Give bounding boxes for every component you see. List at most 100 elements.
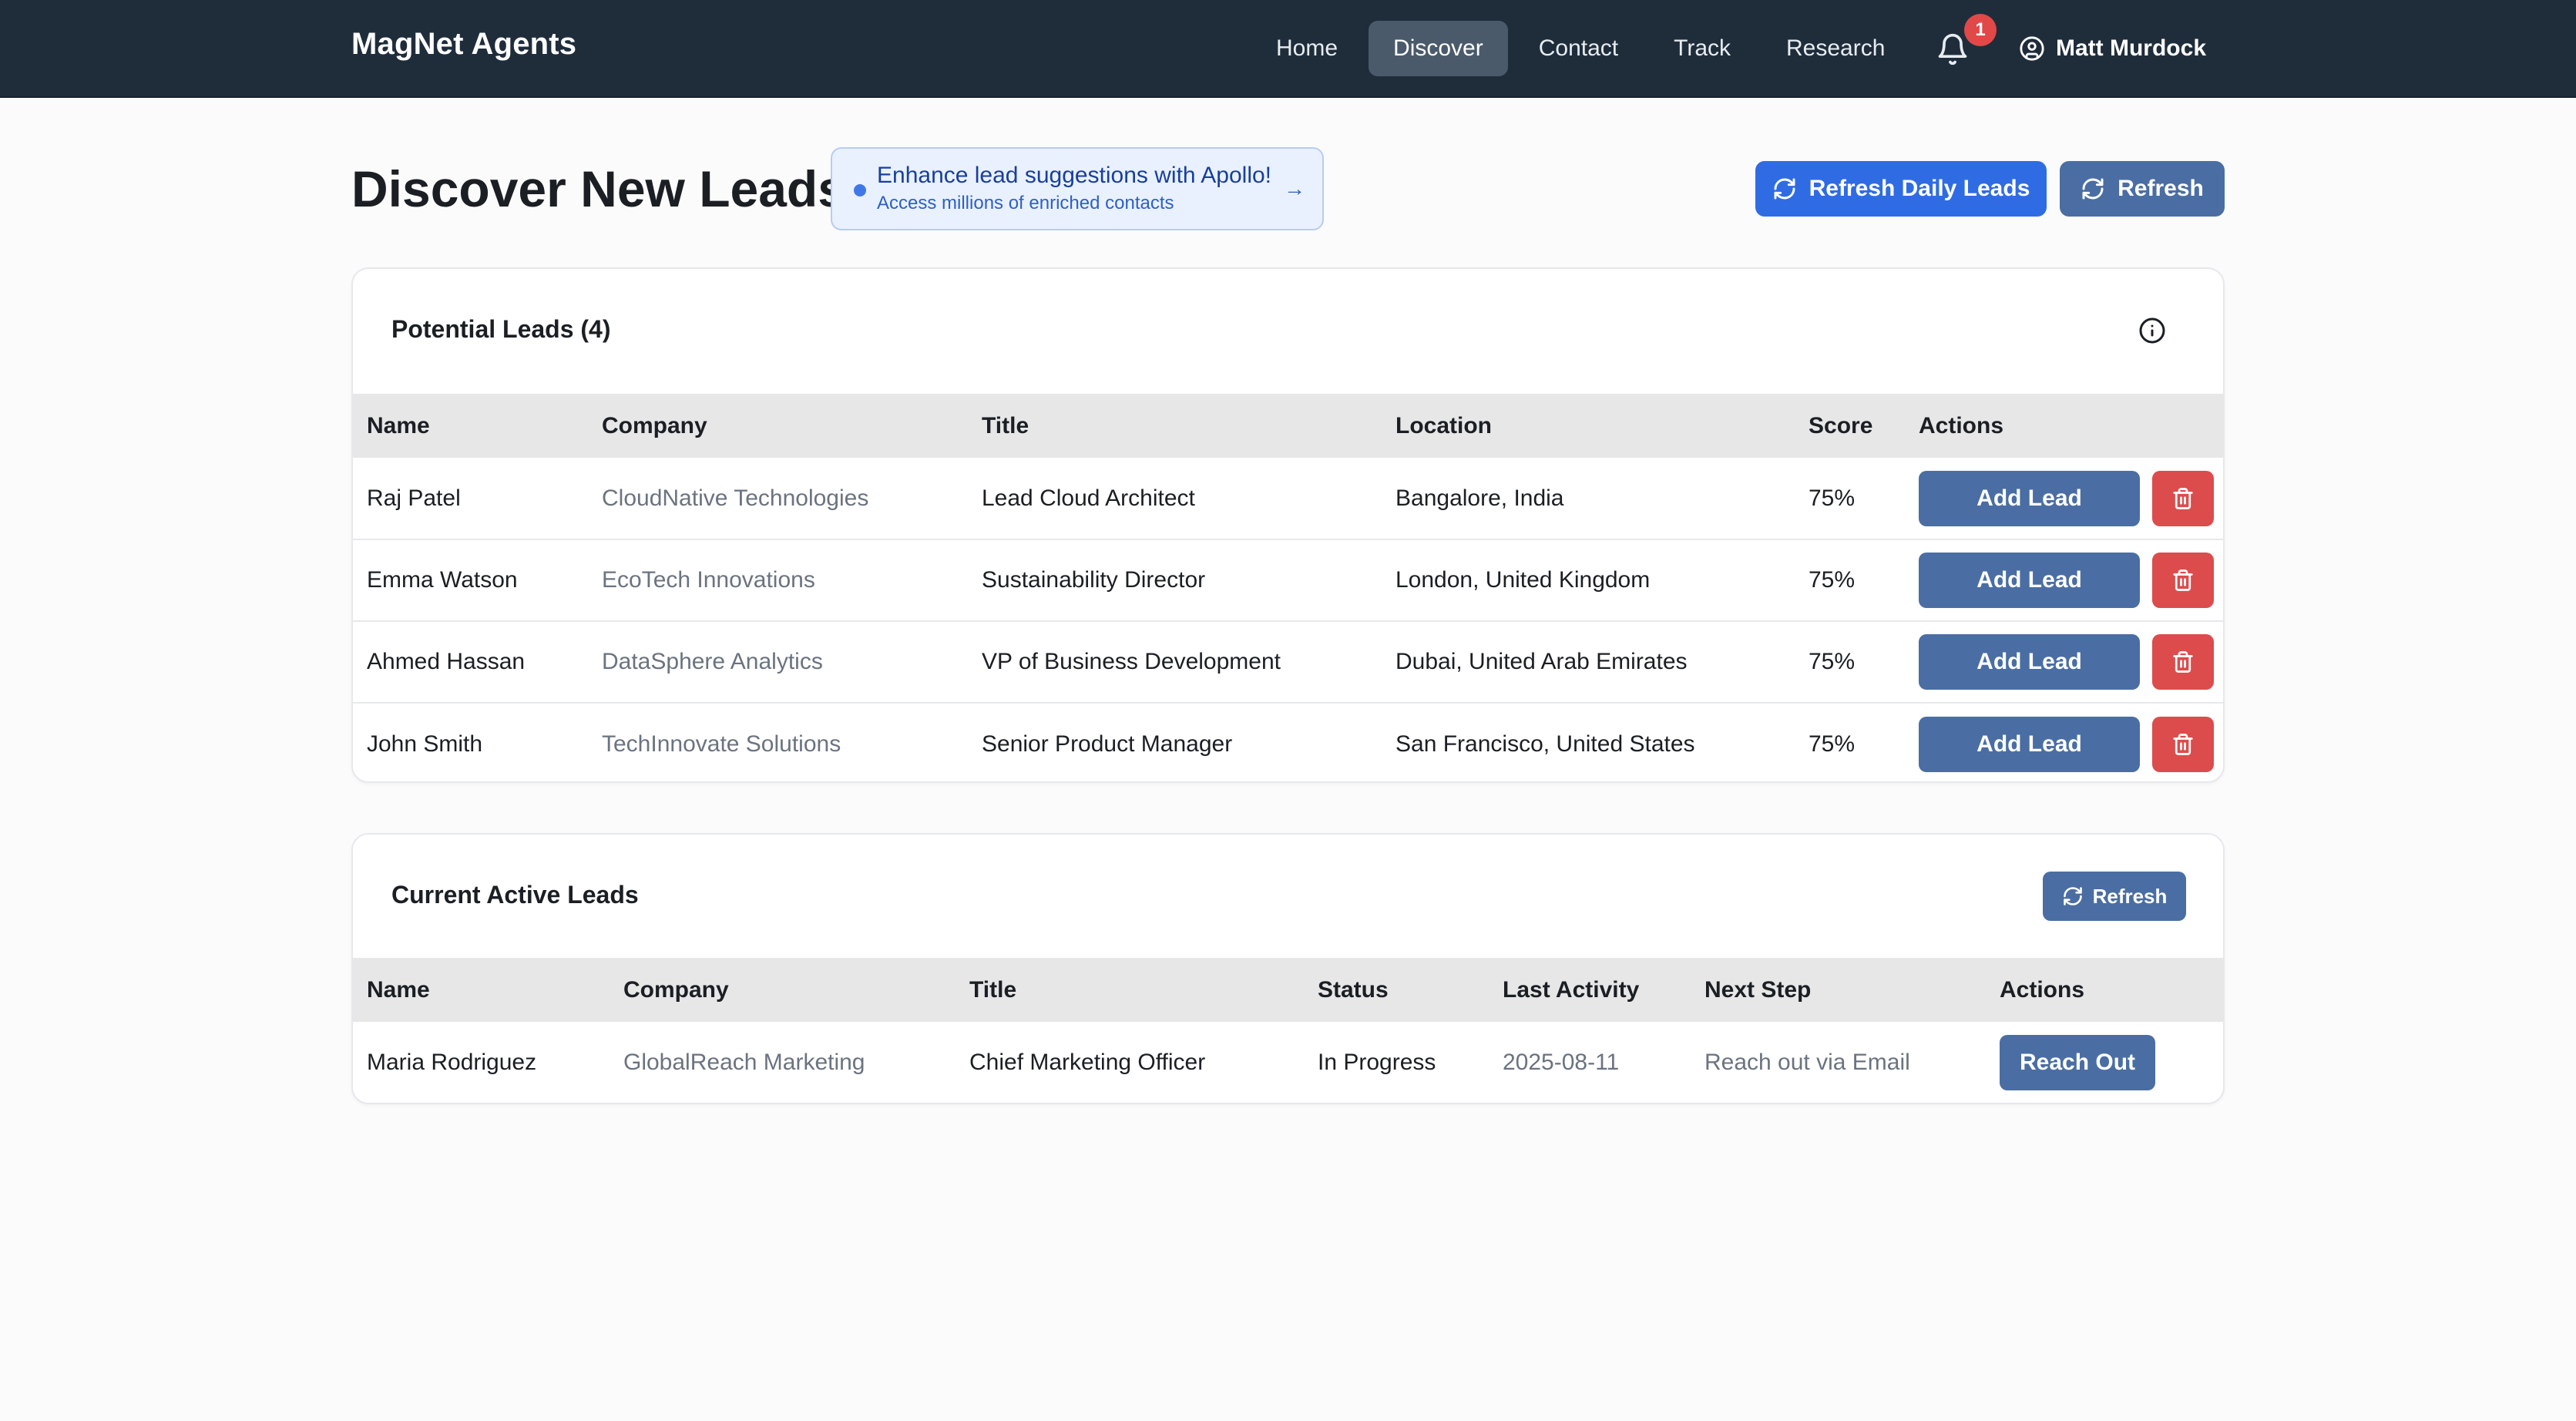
arrow-right-icon: → [1284,176,1305,200]
table-row: Raj Patel CloudNative Technologies Lead … [353,458,2223,539]
lead-location: Dubai, United Arab Emirates [1395,649,1688,674]
delete-lead-button[interactable] [2152,553,2214,608]
refresh-icon [2082,178,2104,200]
lead-name: John Smith [367,731,483,757]
refresh-daily-leads-label: Refresh Daily Leads [1809,176,2030,201]
nav-discover[interactable]: Discover [1369,21,1508,76]
lead-title: Lead Cloud Architect [982,485,1195,511]
lead-score: 75% [1809,731,1856,757]
user-circle-icon [2020,36,2044,61]
lead-actions: Add Lead [1905,458,2223,539]
trash-icon [2173,733,2193,755]
lead-name: Emma Watson [367,567,518,593]
nav-track[interactable]: Track [1649,21,1755,76]
refresh-label: Refresh [2118,176,2204,201]
potential-leads-header: Potential Leads (4) [353,269,2223,394]
lead-actions: Reach Out [1986,1022,2223,1103]
lead-title: Sustainability Director [982,567,1206,593]
column-header-company[interactable]: Company [610,958,956,1022]
add-lead-button[interactable]: Add Lead [1919,634,2140,690]
refresh-icon [1774,178,1795,200]
lead-company: TechInnovate Solutions [602,731,841,757]
active-leads-title: Current Active Leads [391,881,639,909]
lead-actions: Add Lead [1905,703,2223,781]
lead-score: 75% [1809,485,1856,511]
nav-research[interactable]: Research [1762,21,1909,76]
lead-company: CloudNative Technologies [602,485,869,511]
lead-title: VP of Business Development [982,649,1281,674]
lead-name: Raj Patel [367,485,461,511]
active-leads-refresh-button[interactable]: Refresh [2043,872,2186,921]
active-leads-refresh-label: Refresh [2092,884,2168,908]
column-header-location[interactable]: Location [1382,394,1795,458]
lead-actions: Add Lead [1905,621,2223,703]
trash-icon [2173,487,2193,509]
add-lead-button[interactable]: Add Lead [1919,470,2140,526]
lead-name: Maria Rodriguez [367,1050,537,1075]
lead-last-activity: 2025-08-11 [1503,1050,1620,1075]
lead-company: GlobalReach Marketing [623,1050,865,1075]
apollo-dot-icon [854,184,866,197]
column-header-next-step[interactable]: Next Step [1691,958,1986,1022]
refresh-button[interactable]: Refresh [2060,161,2225,217]
table-row: Maria Rodriguez GlobalReach Marketing Ch… [353,1022,2223,1103]
potential-leads-title: Potential Leads (4) [391,315,611,343]
lead-next-step: Reach out via Email [1704,1050,1910,1075]
column-header-score[interactable]: Score [1795,394,1905,458]
active-leads-header: Current Active Leads Refresh [353,835,2223,958]
apollo-banner-subtitle: Access millions of enriched contacts [877,193,1174,213]
add-lead-button[interactable]: Add Lead [1919,716,2140,772]
main-nav: Home Discover Contact Track Research [1251,21,1916,76]
column-header-title[interactable]: Title [956,958,1304,1022]
user-menu[interactable]: Matt Murdock [2019,29,2206,68]
table-row: Emma Watson EcoTech Innovations Sustaina… [353,539,2223,621]
active-leads-card: Current Active Leads Refresh Name Compan… [351,833,2225,1104]
potential-leads-table: Name Company Title Location Score Action… [353,394,2223,781]
lead-name: Ahmed Hassan [367,649,526,674]
lead-location: Bangalore, India [1395,485,1564,511]
active-leads-table: Name Company Title Status Last Activity … [353,958,2223,1103]
column-header-actions: Actions [2000,976,2085,1003]
delete-lead-button[interactable] [2152,716,2214,772]
column-header-actions: Actions [1919,412,2004,438]
table-row: John Smith TechInnovate Solutions Senior… [353,703,2223,781]
table-header-row: Name Company Title Status Last Activity … [353,958,2223,1022]
lead-score: 75% [1809,649,1856,674]
lead-actions: Add Lead [1905,539,2223,621]
add-lead-button[interactable]: Add Lead [1919,553,2140,608]
column-header-title[interactable]: Title [968,394,1382,458]
column-header-name[interactable]: Name [353,394,588,458]
user-name: Matt Murdock [2056,35,2206,61]
apollo-banner[interactable]: Enhance lead suggestions with Apollo! Ac… [831,147,1324,230]
apollo-banner-title: Enhance lead suggestions with Apollo! [877,163,1272,188]
column-header-status[interactable]: Status [1304,958,1489,1022]
lead-company: DataSphere Analytics [602,649,823,674]
trash-icon [2173,569,2193,591]
reach-out-button[interactable]: Reach Out [2000,1035,2155,1090]
lead-company: EcoTech Innovations [602,567,815,593]
lead-status: In Progress [1318,1050,1436,1075]
info-icon[interactable] [2138,317,2166,344]
refresh-icon [2063,887,2082,905]
delete-lead-button[interactable] [2152,634,2214,690]
brand-logo[interactable]: MagNet Agents [351,27,576,62]
nav-contact[interactable]: Contact [1514,21,1643,76]
bell-icon[interactable] [1936,32,1970,66]
lead-title: Senior Product Manager [982,731,1233,757]
refresh-daily-leads-button[interactable]: Refresh Daily Leads [1755,161,2047,217]
top-navbar: MagNet Agents Home Discover Contact Trac… [0,0,2576,98]
notification-badge: 1 [1964,14,1997,46]
lead-location: London, United Kingdom [1395,567,1651,593]
table-header-row: Name Company Title Location Score Action… [353,394,2223,458]
nav-home[interactable]: Home [1251,21,1362,76]
column-header-company[interactable]: Company [588,394,968,458]
lead-title: Chief Marketing Officer [969,1050,1206,1075]
column-header-name[interactable]: Name [353,958,610,1022]
lead-score: 75% [1809,567,1856,593]
page-title: Discover New Leads [351,160,846,217]
trash-icon [2173,651,2193,673]
potential-leads-card: Potential Leads (4) Name Company Title L… [351,267,2225,783]
column-header-last-activity[interactable]: Last Activity [1489,958,1691,1022]
delete-lead-button[interactable] [2152,470,2214,526]
lead-location: San Francisco, United States [1395,731,1695,757]
